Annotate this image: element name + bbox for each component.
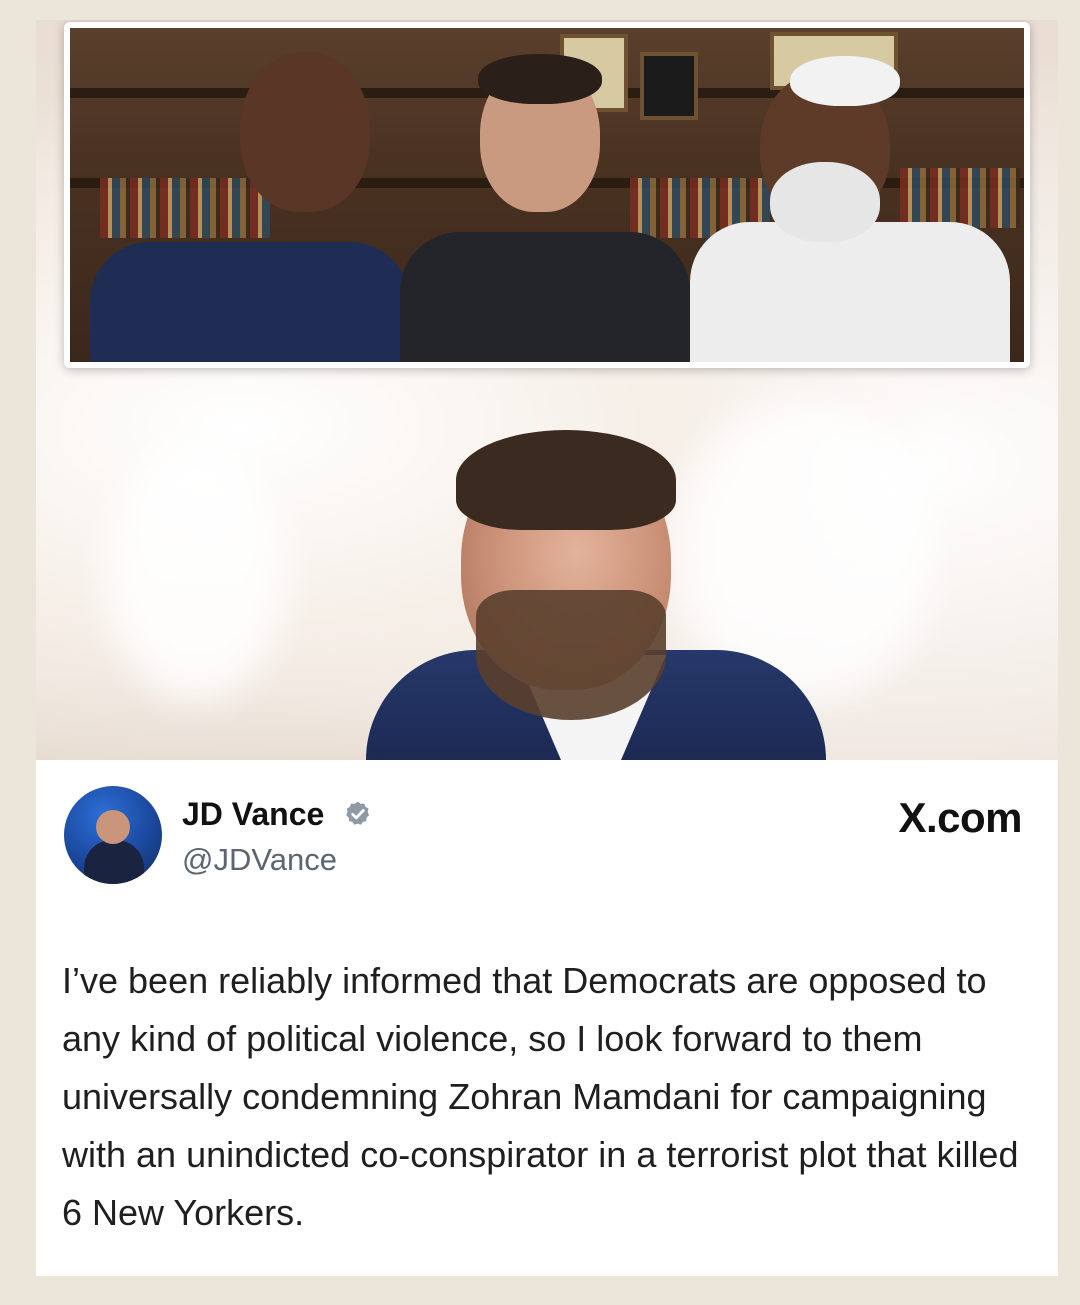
author-handle[interactable]: @JDVance bbox=[182, 842, 337, 878]
post-card: JD Vance @JDVance X.com I’ve been reliab… bbox=[36, 20, 1058, 1276]
avatar[interactable] bbox=[64, 786, 162, 884]
author-name[interactable]: JD Vance bbox=[182, 796, 324, 833]
tweet: JD Vance @JDVance X.com I’ve been reliab… bbox=[36, 760, 1058, 1276]
site-label: X.com bbox=[898, 794, 1022, 841]
tweet-text: I’ve been reliably informed that Democra… bbox=[62, 960, 1019, 1233]
verified-badge-icon bbox=[346, 801, 370, 825]
group-photo bbox=[64, 22, 1030, 368]
hero-image bbox=[36, 20, 1058, 760]
speaker-photo bbox=[366, 430, 826, 760]
